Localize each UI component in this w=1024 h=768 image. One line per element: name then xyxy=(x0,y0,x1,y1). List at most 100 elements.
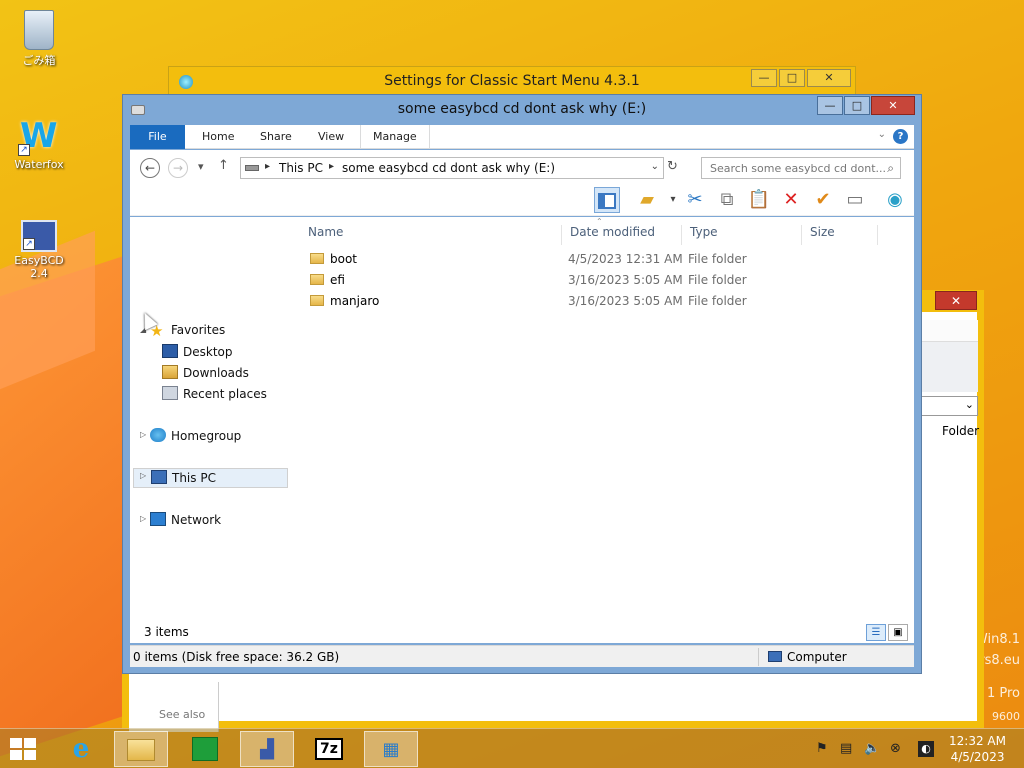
ribbon-tabs: File Home Share View Manage ⌄ ? xyxy=(130,125,914,149)
breadcrumb-drive[interactable]: some easybcd cd dont ask why (E:) xyxy=(342,161,555,175)
stop-circle-icon[interactable]: ⊗ xyxy=(890,741,901,756)
search-icon[interactable]: ⌕ xyxy=(887,161,894,176)
properties-button[interactable]: ✔ xyxy=(810,187,836,213)
control-panel-icon: ▦ xyxy=(382,739,400,760)
taskbar-clock[interactable]: 12:32 AM 4/5/2023 xyxy=(949,733,1006,765)
tab-manage[interactable]: Manage xyxy=(360,125,430,149)
close-button[interactable]: ✕ xyxy=(871,96,915,115)
action-center-flag-icon[interactable]: ⚑ xyxy=(816,741,828,756)
waterfox-icon: W ↗ xyxy=(18,116,58,156)
up-button[interactable]: ↑ xyxy=(218,158,229,173)
address-bar[interactable]: ▸ This PC ▸ some easybcd cd dont ask why… xyxy=(240,157,664,179)
taskbar-control-panel[interactable]: ▦ xyxy=(364,731,418,767)
forward-button[interactable]: → xyxy=(168,158,188,178)
breadcrumb-this-pc[interactable]: This PC xyxy=(279,161,323,175)
ribbon-expand-icon[interactable]: ⌄ xyxy=(878,129,886,140)
desktop-icon-label: EasyBCD 2.4 xyxy=(14,254,64,280)
taskbar-internet-explorer[interactable]: e xyxy=(54,731,108,767)
file-type: File folder xyxy=(688,273,747,287)
file-date: 3/16/2023 5:05 AM xyxy=(568,294,683,308)
column-header-name[interactable]: Name xyxy=(300,225,562,245)
volume-muted-icon[interactable]: 🔈 xyxy=(864,741,880,756)
content-area: ◢ ★ Favorites Desktop Downloads Recent pl… xyxy=(130,217,914,643)
breadcrumb-separator-icon[interactable]: ▸ xyxy=(265,161,270,172)
large-icons-view-button[interactable]: ▣ xyxy=(888,624,908,641)
cut-button[interactable]: ✂ xyxy=(682,187,708,213)
tray-app-icon[interactable]: ◐ xyxy=(918,741,934,757)
background-window-close-button[interactable]: ✕ xyxy=(935,291,977,310)
settings-minimize-button[interactable]: — xyxy=(751,69,777,87)
settings-close-button[interactable]: ✕ xyxy=(807,69,851,87)
tab-share[interactable]: Share xyxy=(248,125,304,149)
file-date: 4/5/2023 12:31 AM xyxy=(568,252,683,266)
tree-item-homegroup[interactable]: ▷ Homegroup xyxy=(140,428,241,443)
search-box[interactable]: Search some easybcd cd dont... ⌕ xyxy=(701,157,901,179)
shortcut-arrow-icon: ↗ xyxy=(18,144,30,156)
minimize-button[interactable]: — xyxy=(817,96,843,115)
breadcrumb-separator-icon[interactable]: ▸ xyxy=(329,161,334,172)
tree-item-this-pc[interactable]: ▷ This PC xyxy=(133,468,288,488)
window-titlebar[interactable]: some easybcd cd dont ask why (E:) — □ ✕ xyxy=(123,95,921,123)
rename-button[interactable]: ▭ xyxy=(842,187,868,213)
item-count: 3 items xyxy=(144,625,189,639)
easybcd-icon: ▟ xyxy=(260,739,274,760)
store-icon xyxy=(192,737,218,761)
network-tray-icon[interactable]: ▤ xyxy=(840,741,852,756)
collapsed-arrow-icon[interactable]: ▷ xyxy=(140,514,146,523)
file-row[interactable]: manjaro 3/16/2023 5:05 AM File folder xyxy=(300,291,914,312)
taskbar-easybcd[interactable]: ▟ xyxy=(240,731,294,767)
column-header-date-modified[interactable]: Date modified xyxy=(562,225,682,245)
file-row[interactable]: boot 4/5/2023 12:31 AM File folder xyxy=(300,249,914,270)
tab-file[interactable]: File xyxy=(130,125,185,149)
refresh-icon[interactable]: ↻ xyxy=(667,159,678,174)
navigation-pane: ◢ ★ Favorites Desktop Downloads Recent pl… xyxy=(130,217,290,643)
copy-button[interactable]: ⧉ xyxy=(714,187,740,213)
paste-button[interactable]: 📋 xyxy=(746,187,772,213)
drive-icon xyxy=(245,165,259,171)
tree-item-favorites[interactable]: ◢ ★ Favorites xyxy=(140,323,290,339)
start-button[interactable] xyxy=(10,738,38,762)
back-button[interactable]: ← xyxy=(140,158,160,178)
column-header-type[interactable]: Type xyxy=(682,225,802,245)
folder-icon xyxy=(310,253,324,264)
maximize-button[interactable]: □ xyxy=(844,96,870,115)
tree-item-network[interactable]: ▷ Network xyxy=(140,512,221,527)
desktop-icon-waterfox[interactable]: W ↗ Waterfox xyxy=(4,114,74,171)
recent-locations-chevron-icon[interactable]: ▾ xyxy=(198,160,204,173)
pane-icon xyxy=(598,193,616,209)
folder-options-button[interactable]: ▰ xyxy=(634,187,660,213)
watermark-line: 9600 xyxy=(992,710,1020,723)
address-dropdown-icon[interactable]: ⌄ xyxy=(651,161,659,172)
search-input[interactable]: Search some easybcd cd dont... xyxy=(710,162,886,175)
taskbar: e ▟ 7z ▦ ⚑ ▤ 🔈 ⊗ ◐ 12:32 AM 4/5/2023 xyxy=(0,728,1024,768)
shell-icon: ◉ xyxy=(887,189,903,210)
column-header-size[interactable]: Size xyxy=(802,225,878,245)
tab-view[interactable]: View xyxy=(306,125,356,149)
classic-shell-settings-button[interactable]: ◉ xyxy=(882,187,908,213)
navigation-pane-toggle-button[interactable] xyxy=(594,187,620,213)
tree-item-recent-places[interactable]: Recent places xyxy=(162,386,267,401)
collapsed-arrow-icon[interactable]: ▷ xyxy=(140,471,146,480)
7zip-icon: 7z xyxy=(315,738,343,760)
item-count-bar: 3 items ☰ ▣ xyxy=(130,621,914,643)
settings-maximize-button[interactable]: □ xyxy=(779,69,805,87)
file-name: manjaro xyxy=(330,294,380,308)
help-icon[interactable]: ? xyxy=(893,129,908,144)
desktop-icon-easybcd[interactable]: ↗ EasyBCD 2.4 xyxy=(4,214,74,280)
file-type: File folder xyxy=(688,252,747,266)
desktop-icon-recycle-bin[interactable]: ごみ箱 xyxy=(4,8,74,68)
tab-home[interactable]: Home xyxy=(190,125,246,149)
downloads-icon xyxy=(162,365,178,379)
collapsed-arrow-icon[interactable]: ▷ xyxy=(140,430,146,439)
windows-logo-icon xyxy=(10,738,22,748)
tree-item-desktop[interactable]: Desktop xyxy=(162,344,233,359)
status-bar: 0 items (Disk free space: 36.2 GB) Compu… xyxy=(130,645,914,667)
background-window-dropdown[interactable]: ⌄ xyxy=(920,396,978,416)
details-view-button[interactable]: ☰ xyxy=(866,624,886,641)
tree-item-downloads[interactable]: Downloads xyxy=(162,365,249,380)
taskbar-7zip[interactable]: 7z xyxy=(302,731,356,767)
delete-button[interactable]: ✕ xyxy=(778,187,804,213)
file-row[interactable]: efi 3/16/2023 5:05 AM File folder xyxy=(300,270,914,291)
taskbar-windows-store[interactable] xyxy=(178,731,232,767)
taskbar-file-explorer[interactable] xyxy=(114,731,168,767)
